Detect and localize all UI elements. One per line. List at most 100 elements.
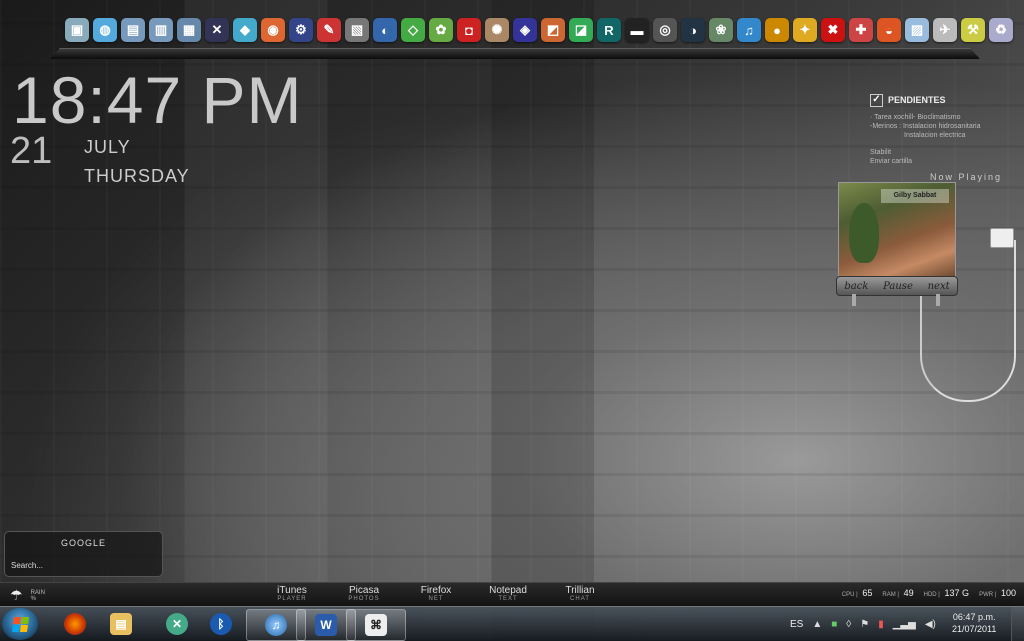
checkbox-icon[interactable]: ✓ [870, 94, 883, 107]
tray-signal-icon[interactable]: ▁▃▅ [893, 619, 916, 630]
show-desktop-button[interactable] [1011, 607, 1024, 641]
taskbar-clock[interactable]: 06:47 p.m. 21/07/2011 [952, 611, 996, 635]
launcher-name: Trillian [565, 585, 595, 596]
stat-value: 49 [903, 588, 914, 598]
pause-button[interactable]: Pause [883, 281, 913, 292]
start-button[interactable] [2, 608, 38, 640]
utility-icon[interactable]: ⚙ [289, 18, 313, 42]
camera-icon[interactable]: ◘ [457, 18, 481, 42]
launcher-itunes[interactable]: iTunes PLAYER [256, 585, 328, 602]
map-icon[interactable]: ✈ [933, 18, 957, 42]
itunes-icon[interactable]: ♫ [737, 18, 761, 42]
google-search-widget: GOOGLE [4, 531, 163, 577]
firefox-icon[interactable]: ◉ [261, 18, 285, 42]
folder-icon[interactable]: ▤ [121, 18, 145, 42]
browser-icon[interactable]: ◒ [877, 18, 901, 42]
todo-widget: ✓ PENDIENTES · Tarea xochill- Bioclimati… [870, 94, 1020, 166]
clock-day: 21 [10, 130, 53, 172]
stat-label: CPU [841, 592, 855, 598]
media-icon[interactable]: ◈ [513, 18, 537, 42]
launcher-subtitle: PLAYER [277, 596, 307, 602]
rain-label: RAIN [30, 589, 45, 596]
taskbar-explorer[interactable]: ▤ [92, 609, 150, 639]
stat-ram: RAM | 49 [882, 588, 914, 598]
pen-icon[interactable]: ✎ [317, 18, 341, 42]
clock-month: JULY [84, 137, 131, 157]
network-icon[interactable]: ◍ [93, 18, 117, 42]
windows-logo-icon [11, 616, 29, 632]
todo-line: · Tarea xochill- Bioclimatismo [870, 114, 961, 121]
album-band-name: Gilby Sabbat [881, 189, 949, 203]
launcher-firefox[interactable]: Firefox NET [400, 585, 472, 602]
now-playing-label: Now Playing [930, 172, 1003, 182]
stat-value: 65 [862, 588, 873, 598]
reader-icon[interactable]: R [597, 18, 621, 42]
stat-label: HDD [923, 592, 937, 598]
chart-icon[interactable]: ◪ [569, 18, 593, 42]
stat-cpu: CPU | 65 [841, 588, 873, 598]
office-icon[interactable]: ◩ [541, 18, 565, 42]
gem-icon[interactable]: ◇ [401, 18, 425, 42]
folder-open-icon[interactable]: ▥ [149, 18, 173, 42]
globe-icon[interactable]: ◐ [373, 18, 397, 42]
album-snake [849, 203, 879, 263]
palette-icon[interactable]: ✺ [485, 18, 509, 42]
taskbar-bluetooth[interactable]: ᛒ [192, 609, 250, 639]
todo-line: Stabilit [870, 149, 892, 156]
tools-icon[interactable]: ✕ [205, 18, 229, 42]
umbrella-icon: ☂ [10, 587, 23, 603]
tray-app-icon[interactable]: ■ [831, 619, 837, 630]
paint-icon[interactable]: ✿ [429, 18, 453, 42]
hammer-icon[interactable]: ⚒ [961, 18, 985, 42]
taskbar-time: 06:47 p.m. [952, 612, 996, 622]
launcher-name: Firefox [420, 585, 452, 596]
todo-line: Enviar cartilla [870, 158, 913, 165]
launcher-name: iTunes [277, 585, 307, 596]
tray-arrow-icon[interactable]: ▲ [812, 619, 822, 630]
google-search-input[interactable] [9, 558, 159, 572]
jamaica-icon[interactable]: ✦ [793, 18, 817, 42]
notes-icon[interactable]: ▨ [905, 18, 929, 42]
recycle-bin-icon[interactable]: ♻ [989, 18, 1013, 42]
x-icon[interactable]: ✖ [821, 18, 845, 42]
system-tray: ES ▲ ■ ◊ ⚑ ▮ ▁▃▅ ◀) [790, 607, 936, 641]
dock-shelf [49, 47, 981, 60]
tray-power-icon[interactable]: ▮ [878, 619, 884, 630]
computer-icon[interactable]: ▣ [65, 18, 89, 42]
stat-pwr: PWR | 100 [979, 588, 1016, 598]
album-art[interactable]: Gilby Sabbat [838, 182, 956, 278]
steam-icon[interactable]: ◑ [681, 18, 705, 42]
tray-drop-icon[interactable]: ◊ [846, 619, 851, 630]
messenger-icon: ✕ [166, 613, 188, 635]
back-button[interactable]: back [844, 281, 868, 292]
launcher-trillian[interactable]: Trillian CHAT [544, 585, 616, 602]
launcher-name: Notepad [489, 585, 527, 596]
terminal-icon[interactable]: ▬ [625, 18, 649, 42]
flower-icon[interactable]: ❀ [709, 18, 733, 42]
language-indicator[interactable]: ES [790, 619, 803, 630]
tray-flag-icon[interactable]: ⚑ [860, 619, 869, 630]
launcher-notepad[interactable]: Notepad TEXT [472, 585, 544, 602]
launcher-bar: iTunes PLAYER Picasa PHOTOS Firefox NET Notepa… [256, 585, 616, 602]
documents-icon[interactable]: ▦ [177, 18, 201, 42]
calendar-icon[interactable]: ▧ [345, 18, 369, 42]
disc-icon[interactable]: ● [765, 18, 789, 42]
firefox-icon [64, 613, 86, 635]
launcher-subtitle: CHAT [570, 596, 590, 602]
weather-widget: ☂ RAIN % [10, 587, 45, 604]
launcher-picasa[interactable]: Picasa PHOTOS [328, 585, 400, 602]
taskbar-app[interactable]: ⌘ [346, 609, 406, 641]
stat-value: 100 [1000, 588, 1016, 598]
launcher-name: Picasa [348, 585, 379, 596]
box-icon[interactable]: ◆ [233, 18, 257, 42]
halo-icon[interactable]: ◎ [653, 18, 677, 42]
next-button[interactable]: next [928, 281, 950, 292]
info-bar: ☂ RAIN % iTunes PLAYER Picasa PHOTOS Firefox… [0, 582, 1024, 607]
google-title: GOOGLE [60, 538, 106, 548]
folder-icon: ▤ [110, 613, 132, 635]
stat-value: 137 G [944, 588, 970, 598]
launcher-subtitle: NET [428, 596, 444, 602]
tray-volume-icon[interactable]: ◀) [925, 619, 936, 630]
clock-time: 18:47 PM [12, 63, 303, 137]
game-icon[interactable]: ✚ [849, 18, 873, 42]
